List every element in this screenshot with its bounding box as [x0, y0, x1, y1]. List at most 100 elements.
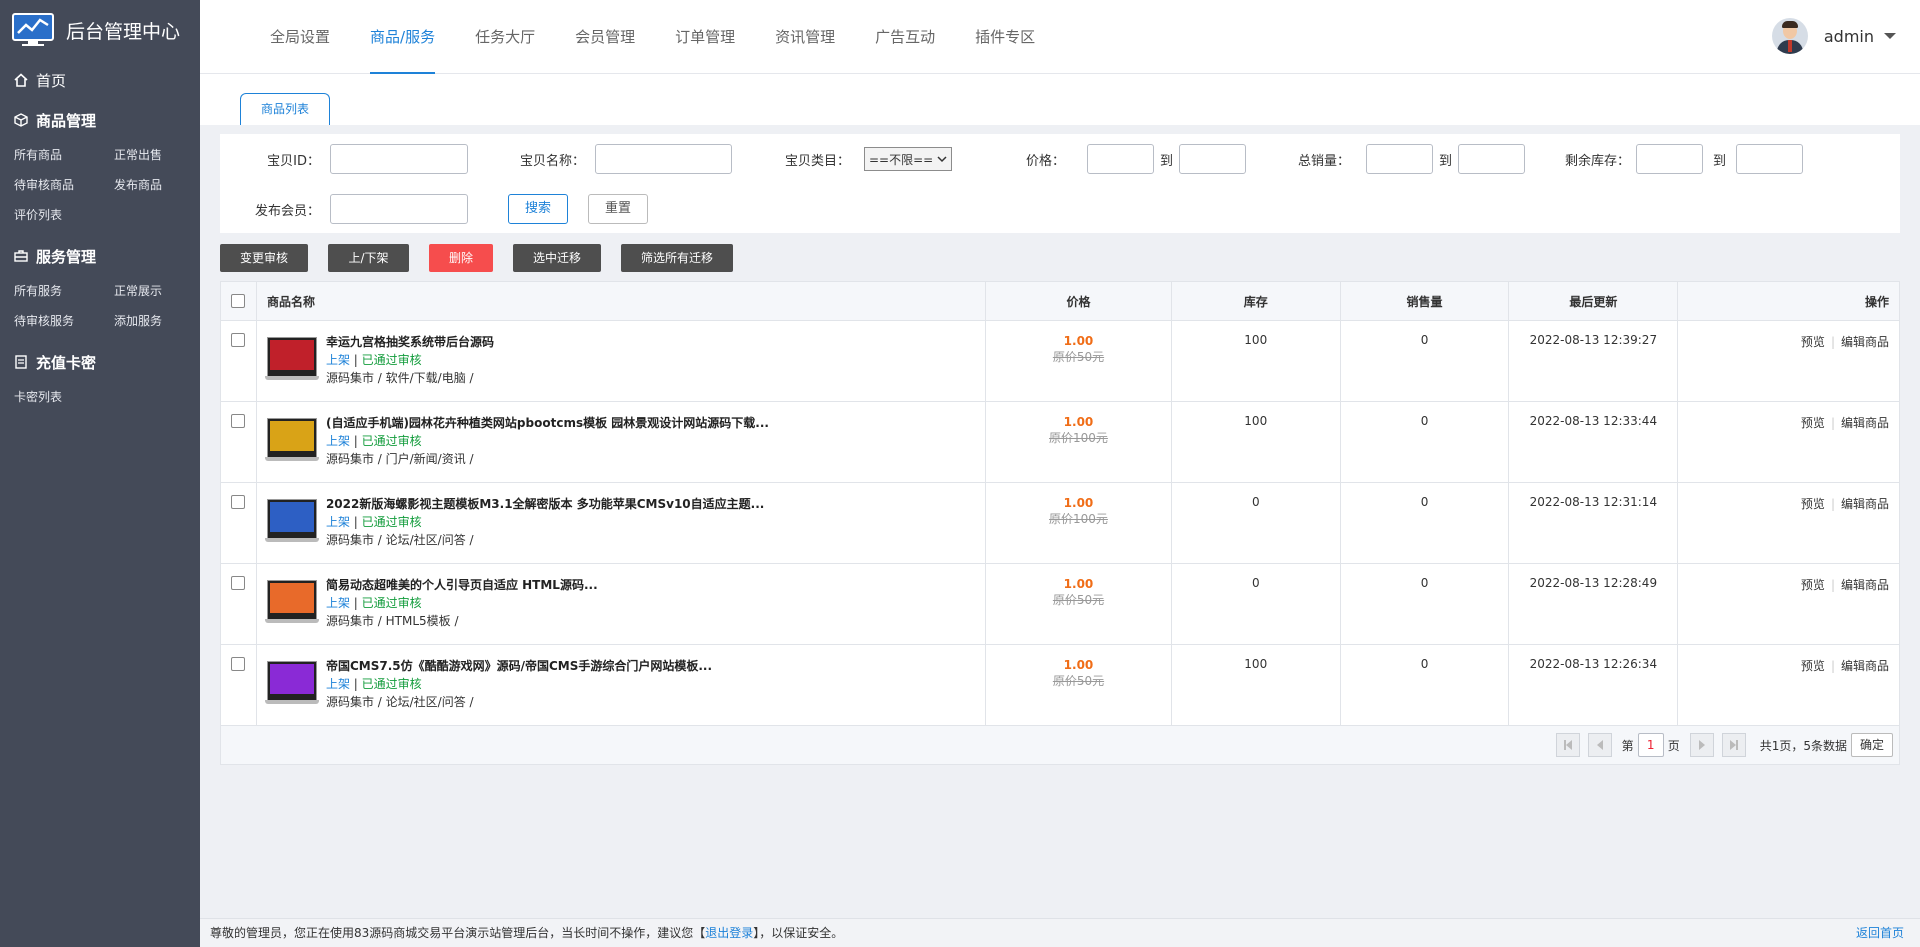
next-page-button[interactable] [1689, 733, 1714, 757]
row-checkbox[interactable] [231, 333, 246, 347]
back-home-link[interactable]: 返回首页 [1856, 919, 1904, 947]
user-menu[interactable]: admin [1771, 18, 1896, 54]
tab-goods-services[interactable]: 商品/服务 [350, 0, 455, 74]
preview-link[interactable]: 预览 [1801, 578, 1825, 592]
preview-link[interactable]: 预览 [1801, 416, 1825, 430]
sales-label: 总销量： [1297, 153, 1350, 169]
id-label: 宝贝ID： [267, 153, 320, 169]
divider: | [1830, 497, 1835, 511]
bulk-actions: 变更审核 上/下架 删除 选中迁移 筛选所有迁移 [220, 244, 753, 272]
tab-global-settings[interactable]: 全局设置 [250, 0, 350, 74]
listing-status[interactable]: 上架 [326, 434, 350, 448]
sidebar-item-all-services[interactable]: 所有服务 [14, 276, 114, 306]
first-page-button[interactable] [1555, 733, 1580, 757]
price-min-input[interactable] [1087, 144, 1154, 174]
product-thumbnail[interactable] [264, 580, 319, 623]
delete-button[interactable]: 删除 [429, 244, 493, 272]
sidebar-item-add-service[interactable]: 添加服务 [114, 306, 214, 336]
sidebar-item-pending-goods[interactable]: 待审核商品 [14, 170, 114, 200]
preview-link[interactable]: 预览 [1801, 335, 1825, 349]
updated-time: 2022-08-13 12:33:44 [1509, 402, 1679, 482]
price-max-input[interactable] [1179, 144, 1247, 174]
edit-goods-link[interactable]: 编辑商品 [1841, 335, 1889, 349]
member-input[interactable] [330, 194, 468, 224]
category-select[interactable]: ==不限== [864, 147, 953, 171]
table-row: 幸运九宫格抽奖系统带后台源码 上架 | 已通过审核 源码集市 / 软件/下载/电… [221, 321, 1899, 402]
tab-plugins[interactable]: 插件专区 [955, 0, 1055, 74]
tab-ads[interactable]: 广告互动 [855, 0, 955, 74]
updated-time: 2022-08-13 12:39:27 [1509, 321, 1679, 401]
listing-status[interactable]: 上架 [326, 596, 350, 610]
product-name[interactable]: (自适应手机端)园林花卉种植类网站pbootcms模板 园林景观设计网站源码下载… [326, 414, 769, 432]
sidebar-item-reviews[interactable]: 评价列表 [14, 200, 114, 230]
prev-page-button[interactable] [1587, 733, 1612, 757]
sidebar-item-on-sale[interactable]: 正常出售 [114, 140, 214, 170]
stock-min-input[interactable] [1636, 144, 1703, 174]
tab-news[interactable]: 资讯管理 [755, 0, 855, 74]
to-label: 到 [1439, 153, 1453, 169]
sidebar-group-services[interactable]: 服务管理 [0, 236, 200, 276]
page-input[interactable]: 1 [1637, 733, 1664, 757]
name-input[interactable] [595, 144, 732, 174]
tab-orders[interactable]: 订单管理 [655, 0, 755, 74]
sales: 0 [1341, 645, 1510, 725]
sales-min-input[interactable] [1366, 144, 1433, 174]
search-button[interactable]: 搜索 [508, 194, 568, 224]
header-name: 商品名称 [257, 282, 987, 320]
logo[interactable]: 后台管理中心 [0, 0, 200, 60]
sidebar-item-publish-goods[interactable]: 发布商品 [114, 170, 214, 200]
stock: 0 [1172, 483, 1341, 563]
toggle-listing-button[interactable]: 上/下架 [328, 244, 409, 272]
review-status: 已通过审核 [361, 434, 422, 448]
sidebar-group-cards[interactable]: 充值卡密 [0, 342, 200, 382]
row-checkbox[interactable] [231, 576, 246, 590]
preview-link[interactable]: 预览 [1801, 497, 1825, 511]
sidebar-group-goods[interactable]: 商品管理 [0, 100, 200, 140]
listing-status[interactable]: 上架 [326, 677, 350, 691]
product-category: 源码集市 / 软件/下载/电脑 / [325, 371, 474, 385]
product-thumbnail[interactable] [264, 661, 319, 704]
tab-goods-list[interactable]: 商品列表 [240, 93, 330, 125]
product-thumbnail[interactable] [264, 418, 319, 461]
sales-max-input[interactable] [1458, 144, 1526, 174]
id-input[interactable] [330, 144, 468, 174]
row-checkbox[interactable] [231, 495, 246, 509]
row-checkbox[interactable] [231, 414, 246, 428]
product-thumbnail[interactable] [264, 499, 319, 542]
sidebar-item-all-goods[interactable]: 所有商品 [14, 140, 114, 170]
product-name[interactable]: 帝国CMS7.5仿《酷酷游戏网》源码/帝国CMS手游综合门户网站模板... [326, 657, 712, 675]
updated-time: 2022-08-13 12:26:34 [1509, 645, 1679, 725]
product-name[interactable]: 幸运九宫格抽奖系统带后台源码 [326, 333, 494, 351]
reset-button[interactable]: 重置 [588, 194, 648, 224]
page-confirm-button[interactable]: 确定 [1850, 733, 1893, 757]
listing-status[interactable]: 上架 [326, 515, 350, 529]
stock-max-input[interactable] [1736, 144, 1804, 174]
price: 1.00 [1063, 496, 1094, 510]
product-name[interactable]: 2022新版海螺影视主题模板M3.1全解密版本 多功能苹果CMSv10自适应主题… [326, 495, 764, 513]
product-thumbnail[interactable] [264, 337, 319, 380]
change-review-button[interactable]: 变更审核 [220, 244, 308, 272]
logout-link[interactable]: 退出登录 [705, 926, 753, 940]
product-category: 源码集市 / 门户/新闻/资讯 / [325, 452, 474, 466]
edit-goods-link[interactable]: 编辑商品 [1841, 659, 1889, 673]
sidebar-item-home[interactable]: 首页 [0, 60, 200, 100]
preview-link[interactable]: 预览 [1801, 659, 1825, 673]
sidebar-item-pending-services[interactable]: 待审核服务 [14, 306, 114, 336]
tab-members[interactable]: 会员管理 [555, 0, 655, 74]
product-name[interactable]: 简易动态超唯美的个人引导页自适应 HTML源码... [326, 576, 598, 594]
listing-status[interactable]: 上架 [326, 353, 350, 367]
footer-notice: 尊敬的管理员，您正在使用83源码商城交易平台演示站管理后台，当长时间不操作，建议… [210, 926, 706, 940]
select-all-checkbox[interactable] [231, 294, 246, 308]
edit-goods-link[interactable]: 编辑商品 [1841, 416, 1889, 430]
sidebar-item-card-list[interactable]: 卡密列表 [14, 382, 114, 412]
row-checkbox[interactable] [231, 657, 246, 671]
migrate-selected-button[interactable]: 选中迁移 [513, 244, 601, 272]
price: 1.00 [1063, 577, 1094, 591]
edit-goods-link[interactable]: 编辑商品 [1841, 497, 1889, 511]
divider: | [1830, 659, 1835, 673]
edit-goods-link[interactable]: 编辑商品 [1841, 578, 1889, 592]
tab-task-hall[interactable]: 任务大厅 [455, 0, 555, 74]
last-page-button[interactable] [1721, 733, 1746, 757]
migrate-all-button[interactable]: 筛选所有迁移 [621, 244, 733, 272]
sidebar-item-shown-services[interactable]: 正常展示 [114, 276, 214, 306]
